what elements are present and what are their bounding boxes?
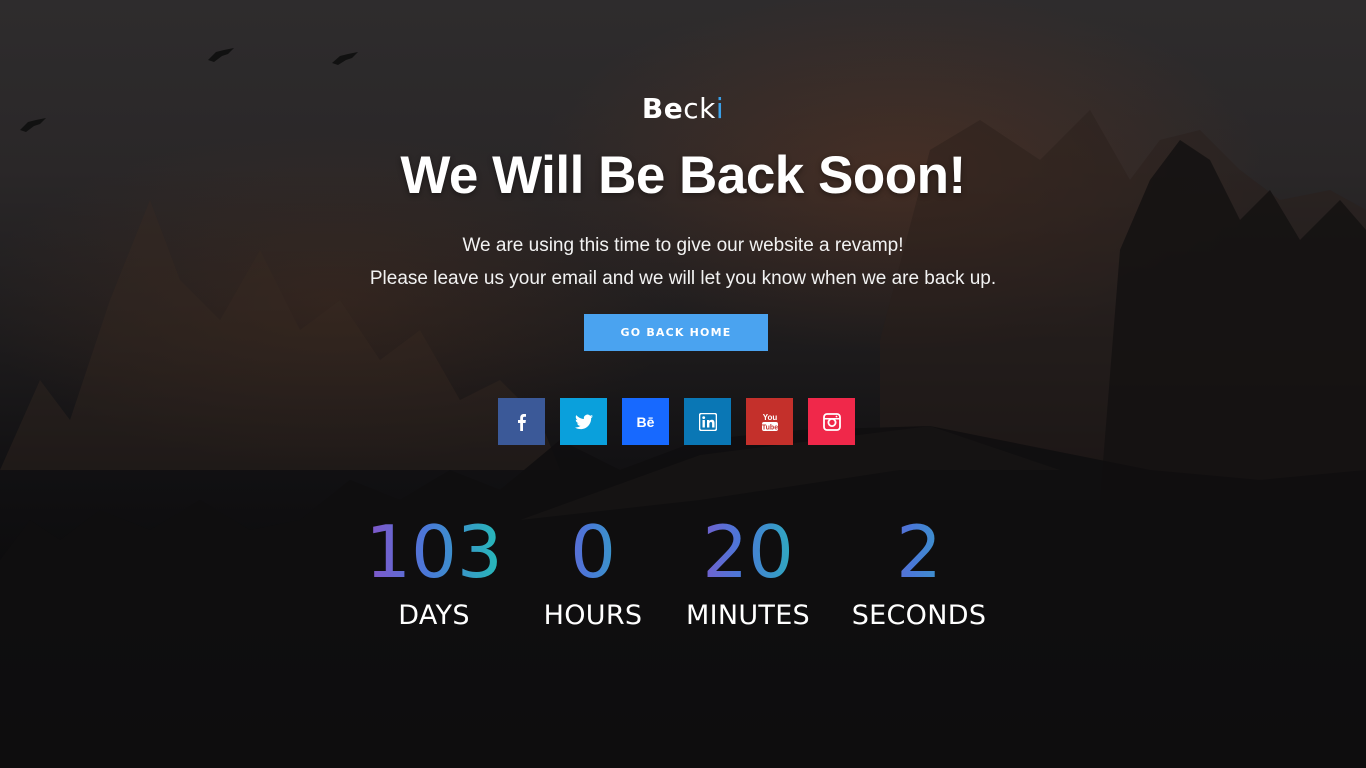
svg-text:You: You — [762, 413, 777, 422]
days-value: 103 — [360, 510, 508, 594]
instagram-link[interactable] — [808, 398, 855, 445]
hours-value: 0 — [532, 510, 654, 594]
svg-text:Tube: Tube — [761, 424, 777, 431]
logo-text-accent: i — [715, 92, 725, 125]
instagram-icon — [822, 412, 841, 431]
logo-text-mid: ck — [683, 92, 716, 125]
countdown-timer: 103 DAYS 0 HOURS 20 MINUTES 2 SECONDS — [0, 510, 1366, 650]
minutes-value: 20 — [680, 510, 816, 594]
youtube-icon: You Tube — [761, 413, 777, 432]
linkedin-link[interactable] — [684, 398, 731, 445]
subtitle-line-2: Please leave us your email and we will l… — [369, 268, 997, 289]
twitter-icon — [574, 414, 593, 429]
behance-link[interactable]: Bē — [622, 398, 669, 445]
countdown-hours: 0 HOURS — [532, 510, 654, 631]
linkedin-icon — [698, 412, 717, 431]
days-label: DAYS — [398, 600, 470, 631]
minutes-label: MINUTES — [685, 600, 810, 631]
youtube-link[interactable]: You Tube — [746, 398, 793, 445]
behance-icon: Bē — [636, 413, 655, 430]
logo[interactable]: Becki — [0, 92, 1366, 125]
seconds-value: 2 — [846, 510, 992, 594]
hours-label: HOURS — [543, 600, 643, 631]
facebook-icon — [517, 413, 526, 431]
countdown-seconds: 2 SECONDS — [846, 510, 992, 631]
go-back-home-button[interactable]: GO BACK HOME — [584, 314, 768, 351]
twitter-link[interactable] — [560, 398, 607, 445]
subtitle-line-1: We are using this time to give our websi… — [462, 235, 904, 256]
countdown-minutes: 20 MINUTES — [680, 510, 816, 631]
logo-text-first: Be — [641, 92, 684, 125]
facebook-link[interactable] — [498, 398, 545, 445]
seconds-label: SECONDS — [851, 600, 987, 631]
social-links: Bē You Tube — [498, 398, 855, 445]
page-title: We Will Be Back Soon! — [400, 146, 966, 205]
countdown-days: 103 DAYS — [360, 510, 508, 631]
